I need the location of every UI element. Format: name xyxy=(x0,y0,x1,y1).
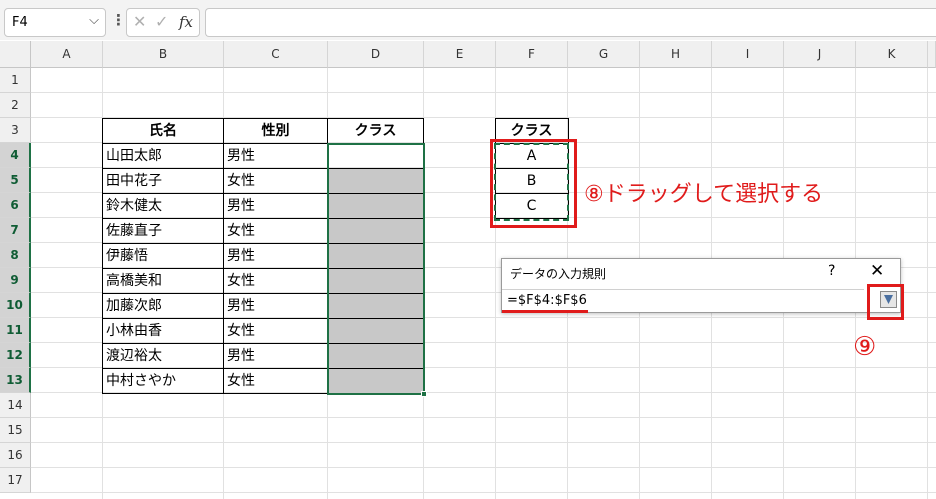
column-header-i[interactable]: I xyxy=(712,41,784,68)
column-header-h[interactable]: H xyxy=(640,41,712,68)
row-header-12[interactable]: 12 xyxy=(0,343,31,368)
annotation-step-8: ⑧ドラッグして選択する xyxy=(584,182,824,207)
row-header-13[interactable]: 13 xyxy=(0,368,31,393)
help-button[interactable]: ? xyxy=(828,263,835,279)
cell-gender[interactable]: 男性 xyxy=(224,144,327,169)
column-header-l[interactable] xyxy=(928,41,936,68)
column-header-b[interactable]: B xyxy=(103,41,224,68)
formula-bar-area: F4 ⌵ ⋮ ✕ ✓ fx xyxy=(0,0,936,40)
cell-name[interactable]: 佐藤直子 xyxy=(103,219,223,244)
cancel-icon[interactable]: ✕ xyxy=(133,12,146,31)
cell-name[interactable]: 伊藤悟 xyxy=(103,244,223,269)
name-box-value: F4 xyxy=(12,15,28,30)
annotation-highlight-button xyxy=(867,284,904,320)
cell-gender[interactable]: 女性 xyxy=(224,269,327,294)
fill-handle[interactable] xyxy=(421,391,427,397)
column-header-g[interactable]: G xyxy=(568,41,640,68)
cell-gender[interactable]: 女性 xyxy=(224,169,327,194)
insert-function-icon[interactable]: fx xyxy=(179,13,193,31)
cell-gender[interactable]: 女性 xyxy=(224,319,327,344)
formula-tools: ✕ ✓ fx xyxy=(126,8,200,37)
header-class[interactable]: クラス xyxy=(328,119,423,144)
cell-name[interactable]: 加藤次郎 xyxy=(103,294,223,319)
dialog-title: データの入力規則 xyxy=(510,267,607,281)
column-header-k[interactable]: K xyxy=(856,41,928,68)
row-header-4[interactable]: 4 xyxy=(0,143,31,168)
chevron-down-icon[interactable]: ⌵ xyxy=(89,13,99,28)
row-header-6[interactable]: 6 xyxy=(0,193,31,218)
cell-gender[interactable]: 男性 xyxy=(224,344,327,369)
column-header-d[interactable]: D xyxy=(328,41,424,68)
enter-icon[interactable]: ✓ xyxy=(155,12,168,31)
cell-name[interactable]: 田中花子 xyxy=(103,169,223,194)
row-header-15[interactable]: 15 xyxy=(0,418,31,443)
row-header-8[interactable]: 8 xyxy=(0,243,31,268)
row-header-9[interactable]: 9 xyxy=(0,268,31,293)
column-header-a[interactable]: A xyxy=(31,41,103,68)
formula-input[interactable] xyxy=(205,8,936,37)
cell-name[interactable]: 山田太郎 xyxy=(103,144,223,169)
row-header-3[interactable]: 3 xyxy=(0,118,31,143)
column-header-j[interactable]: J xyxy=(784,41,856,68)
row-header-14[interactable]: 14 xyxy=(0,393,31,418)
data-validation-dialog: データの入力規則 ? ✕ =$F$4:$F$6 xyxy=(501,258,901,313)
select-all-corner[interactable] xyxy=(0,41,31,68)
annotation-highlight-range xyxy=(490,139,577,228)
row-header-16[interactable]: 16 xyxy=(0,443,31,468)
more-options-icon[interactable]: ⋮ xyxy=(111,11,126,29)
cell-name[interactable]: 小林由香 xyxy=(103,319,223,344)
row-header-10[interactable]: 10 xyxy=(0,293,31,318)
spreadsheet-grid[interactable]: A B C D E F G H I J K 1 2 3 4 5 6 7 8 9 … xyxy=(0,0,936,499)
cell-gender[interactable]: 男性 xyxy=(224,294,327,319)
column-header-c[interactable]: C xyxy=(224,41,328,68)
name-box[interactable]: F4 ⌵ xyxy=(4,8,106,37)
cell-gender[interactable]: 女性 xyxy=(224,369,327,394)
row-header-11[interactable]: 11 xyxy=(0,318,31,343)
annotation-step-9: ⑨ xyxy=(853,332,877,362)
cell-name[interactable]: 渡辺裕太 xyxy=(103,344,223,369)
row-header-1[interactable]: 1 xyxy=(0,68,31,93)
row-header-2[interactable]: 2 xyxy=(0,93,31,118)
row-header-17[interactable]: 17 xyxy=(0,468,31,493)
header-name[interactable]: 氏名 xyxy=(103,119,223,144)
row-header-5[interactable]: 5 xyxy=(0,168,31,193)
header-gender[interactable]: 性別 xyxy=(224,119,327,144)
column-header-e[interactable]: E xyxy=(424,41,496,68)
column-header-f[interactable]: F xyxy=(496,41,568,68)
cell-gender[interactable]: 男性 xyxy=(224,244,327,269)
cell-gender[interactable]: 男性 xyxy=(224,194,327,219)
annotation-underline xyxy=(502,310,588,313)
cell-name[interactable]: 高橋美和 xyxy=(103,269,223,294)
selected-range-border xyxy=(327,143,425,395)
cell-gender[interactable]: 女性 xyxy=(224,219,327,244)
close-button[interactable]: ✕ xyxy=(870,261,884,281)
cell-name[interactable]: 中村さやか xyxy=(103,369,223,394)
row-header-7[interactable]: 7 xyxy=(0,218,31,243)
cell-name[interactable]: 鈴木健太 xyxy=(103,194,223,219)
